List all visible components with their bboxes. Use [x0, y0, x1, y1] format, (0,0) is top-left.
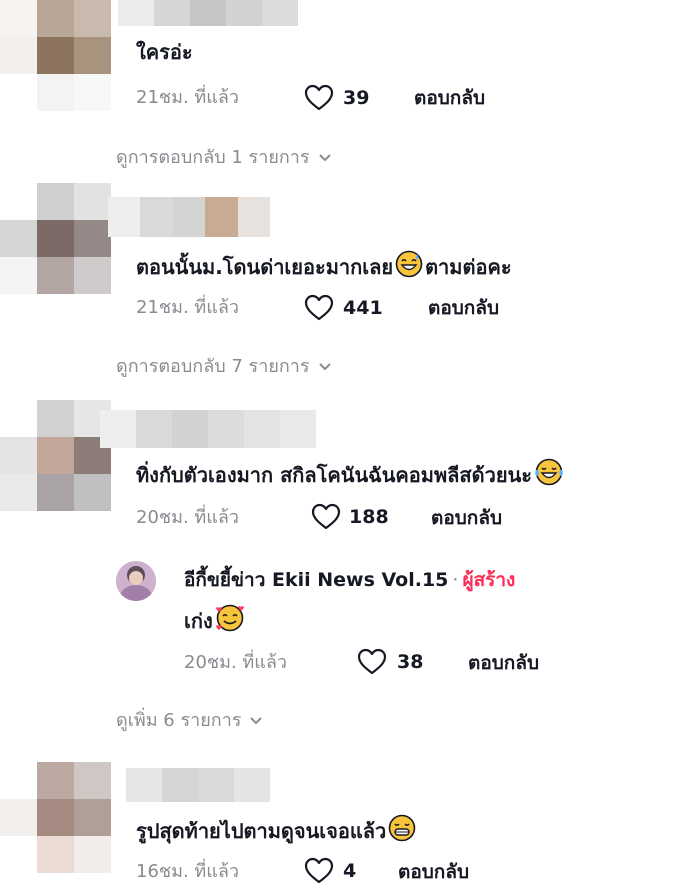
view-replies-button[interactable]: ดูการตอบกลับ 1 รายการ [116, 146, 332, 170]
creator-reply-text: เก่ง [184, 604, 247, 639]
chevron-down-icon [318, 363, 331, 371]
comment-time: 16ชม. ที่แล้ว [136, 861, 240, 882]
username-blurred[interactable] [108, 197, 270, 237]
grinning-emoji [388, 814, 416, 849]
reply-button[interactable]: ตอบกลับ [468, 651, 539, 675]
like-count: 39 [343, 87, 370, 109]
view-replies-button[interactable]: ดูการตอบกลับ 7 รายการ [116, 355, 332, 379]
grinning-sweat-emoji [395, 250, 423, 285]
heart-outline-icon[interactable] [304, 857, 334, 884]
view-more-label: ดูเพิ่ม 6 รายการ [116, 710, 242, 731]
chevron-down-icon [318, 154, 331, 162]
comment-time: 21ชม. ที่แล้ว [136, 297, 240, 318]
avatar-blurred[interactable] [0, 400, 112, 512]
comment-time: 21ชม. ที่แล้ว [136, 87, 240, 108]
creator-badge: ผู้สร้าง [462, 569, 516, 591]
creator-avatar[interactable] [116, 561, 156, 601]
username-blurred[interactable] [118, 0, 298, 26]
comment-text: รูปสุดท้ายไปตามดูจนเจอแล้ว [136, 814, 418, 849]
separator-dot: · [452, 569, 459, 591]
username-blurred[interactable] [126, 768, 270, 802]
comment-text-end: ตามต่อคะ [425, 255, 512, 279]
like-count: 441 [343, 297, 383, 319]
comment-text: ทิ่งกับตัวเองมาก สกิลโคนันฉันคอมพลีสด้วย… [136, 458, 566, 493]
creator-reply-time: 20ชม. ที่แล้ว [184, 652, 288, 673]
creator-reply-header: อีกี้ขยี้ข่าว Ekii News Vol.15 · ผู้สร้าง [184, 567, 515, 593]
comment-time: 20ชม. ที่แล้ว [136, 507, 240, 528]
heart-outline-icon[interactable] [304, 84, 334, 111]
reply-button[interactable]: ตอบกลับ [428, 296, 499, 320]
like-count: 4 [343, 860, 357, 882]
heart-outline-icon[interactable] [311, 503, 341, 530]
view-more-replies-button[interactable]: ดูเพิ่ม 6 รายการ [116, 709, 263, 733]
avatar-blurred[interactable] [0, 183, 112, 295]
comment-text-main: ทิ่งกับตัวเองมาก สกิลโคนันฉันคอมพลีสด้วย… [136, 463, 532, 487]
chevron-down-icon [250, 717, 263, 725]
creator-reply-text-main: เก่ง [184, 609, 213, 633]
reply-button[interactable]: ตอบกลับ [431, 506, 502, 530]
username-blurred[interactable] [100, 410, 316, 448]
reply-button[interactable]: ตอบกลับ [414, 86, 485, 110]
smiling-hearts-emoji [215, 604, 245, 639]
tears-of-joy-emoji [534, 458, 564, 493]
reply-button[interactable]: ตอบกลับ [398, 860, 469, 884]
comment-text-main: รูปสุดท้ายไปตามดูจนเจอแล้ว [136, 819, 387, 843]
heart-outline-icon[interactable] [304, 294, 334, 321]
avatar-blurred[interactable] [0, 0, 112, 112]
heart-outline-icon[interactable] [357, 648, 387, 675]
comment-text-main: ตอนนั้นม.โดนด่าเยอะมากเลย [136, 255, 394, 279]
avatar-blurred[interactable] [0, 762, 112, 874]
view-replies-label: ดูการตอบกลับ 1 รายการ [116, 147, 310, 168]
comment-text: ใครอ่ะ [136, 40, 193, 64]
like-count: 38 [397, 651, 424, 673]
creator-name[interactable]: อีกี้ขยี้ข่าว Ekii News Vol.15 [184, 569, 448, 591]
comment-text: ตอนนั้นม.โดนด่าเยอะมากเลย ตามต่อคะ [136, 250, 512, 285]
view-replies-label: ดูการตอบกลับ 7 รายการ [116, 356, 310, 377]
like-count: 188 [349, 506, 389, 528]
